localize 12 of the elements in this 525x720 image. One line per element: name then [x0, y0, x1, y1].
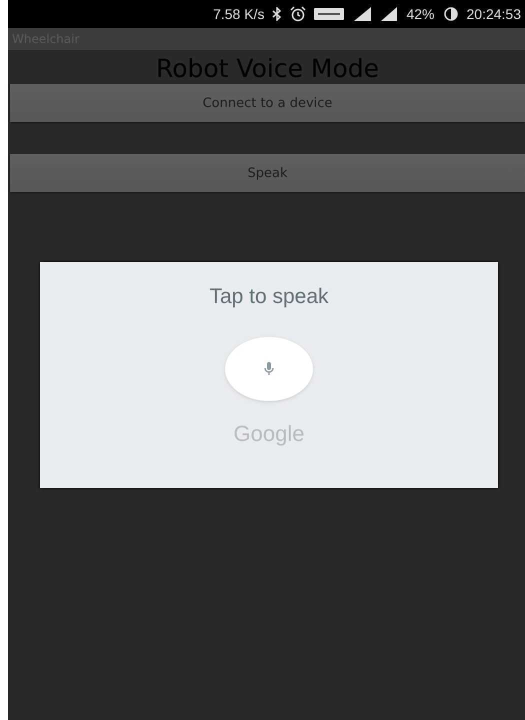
signal-icon [352, 6, 372, 22]
battery-icon [442, 6, 458, 22]
signal-icon [380, 6, 398, 22]
microphone-icon [264, 362, 274, 376]
action-button[interactable]: Speak [10, 154, 525, 192]
alarm-clock-icon [290, 6, 306, 22]
battery-percentage: 42% [406, 6, 434, 22]
clock-time: 20:24:53 [466, 6, 521, 22]
network-speed: 7.58 K/s [213, 6, 264, 22]
action-button[interactable]: Connect to a device [10, 84, 525, 122]
bluetooth-icon [272, 7, 282, 21]
dialog-prompt: Tap to speak [209, 285, 329, 309]
